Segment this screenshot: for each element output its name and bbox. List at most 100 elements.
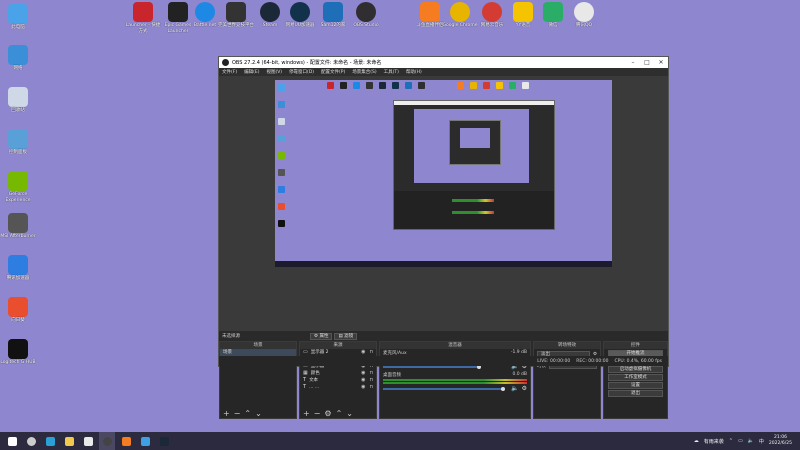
source-label: ... ...	[309, 385, 320, 390]
lock-icon[interactable]: ⊓	[369, 384, 373, 391]
desktop-icon[interactable]: 向日葵	[0, 297, 36, 324]
eye-icon[interactable]: ◉	[361, 370, 365, 377]
desktop-icon[interactable]: 此电脑	[0, 4, 36, 31]
close-button[interactable]: ✕	[654, 59, 668, 66]
desktop-icon-label: 网易UU加速器	[285, 23, 315, 28]
ime-icon[interactable]: 中	[759, 438, 764, 445]
menu-item[interactable]: 工具(T)	[384, 69, 399, 75]
taskbar-explorer-icon[interactable]	[61, 432, 77, 450]
text-icon: T	[303, 384, 307, 390]
desktop-icon[interactable]: Google Chrome	[442, 2, 478, 29]
source-item[interactable]: T 文本 ◉ ⊓	[300, 377, 376, 384]
remove-icon[interactable]: −	[234, 409, 241, 418]
app-icon	[323, 2, 343, 22]
transitions-title: 转场特效	[534, 342, 600, 349]
lock-icon[interactable]: ⊓	[369, 349, 373, 356]
status-bar: LIVE: 00:00:00 REC: 00:00:00 CPU: 0.4%, …	[219, 356, 668, 366]
speaker-icon[interactable]: 🔈	[511, 385, 518, 392]
exit-button[interactable]: 退出	[608, 390, 663, 397]
menu-item[interactable]: 视图(V)	[266, 69, 282, 75]
taskbar-douyu-icon[interactable]	[118, 432, 134, 450]
eye-icon[interactable]: ◉	[361, 349, 365, 356]
nested-titlebar	[394, 101, 554, 105]
desktop-icon[interactable]: Sam12的家	[315, 2, 351, 29]
source-item[interactable]: ▦ 颜色 ◉ ⊓	[300, 370, 376, 377]
menu-item[interactable]: 场景集合(S)	[352, 69, 376, 75]
taskbar-steam-icon[interactable]	[156, 432, 172, 450]
desktop-icon-label: 向日葵	[11, 318, 25, 323]
desktop-icon[interactable]: 完美世界竞技平台	[218, 2, 254, 29]
add-icon[interactable]: +	[223, 409, 230, 418]
weather-icon[interactable]: ☁	[694, 438, 699, 444]
desktop-icon[interactable]: 网易UU加速器	[282, 2, 318, 29]
obs-titlebar[interactable]: OBS 27.2.4 (64-bit, windows) - 配置文件: 未命名…	[219, 57, 668, 68]
menu-item[interactable]: 配置文件(P)	[321, 69, 345, 75]
desktop-icon[interactable]: 腾讯加速器	[0, 255, 36, 282]
scene-item[interactable]: 场景	[220, 349, 296, 356]
desktop-icon[interactable]: 回收站	[0, 87, 36, 114]
slider-track[interactable]	[383, 387, 503, 390]
source-item[interactable]: ▭ 显示器 2 ◉ ⊓	[300, 349, 376, 356]
chevron-down-icon[interactable]: ⌄	[346, 409, 353, 418]
source-item[interactable]: T... ... ◉ ⊓	[300, 384, 376, 391]
desktop-icon[interactable]: OBS Studio	[348, 2, 384, 29]
desktop-icon[interactable]: 控制面板	[0, 129, 36, 156]
desktop-icon-label: 腾讯QQ	[575, 23, 593, 28]
desktop-icon[interactable]: 腾讯QQ	[566, 2, 602, 29]
studio-mode-button[interactable]: 工作室模式	[608, 374, 663, 381]
eye-icon[interactable]: ◉	[361, 377, 365, 384]
preview-area[interactable]	[219, 76, 668, 331]
chevron-up-icon[interactable]: ⌃	[244, 409, 251, 418]
desktop-icon[interactable]: Launcher - 快捷方式	[125, 2, 161, 34]
clock[interactable]: 21:06 2022/6/25	[769, 435, 792, 447]
chevron-up-icon[interactable]: ⌃	[336, 409, 343, 418]
taskbar-uu-icon[interactable]	[137, 432, 153, 450]
lock-icon[interactable]: ⊓	[369, 377, 373, 384]
taskbar-obs-icon[interactable]	[99, 432, 115, 450]
weather-text[interactable]: 有雨来袭	[704, 438, 724, 445]
taskbar-edge-icon[interactable]	[42, 432, 58, 450]
maximize-button[interactable]: □	[640, 59, 654, 66]
volume-icon[interactable]: 🔈	[748, 438, 754, 444]
start-virtual-camera-button[interactable]: 启动虚拟摄像机	[608, 366, 663, 373]
network-icon[interactable]: ▭	[738, 438, 743, 444]
eye-icon[interactable]: ◉	[361, 384, 365, 391]
properties-button[interactable]: ⚙ 属性	[310, 332, 333, 340]
desktop-icon[interactable]: MSI Afterburner	[0, 213, 36, 240]
mixer-dock: 混音器 麦克风/Aux -1.9 dB 🔈 ⚙ 桌面音频 0.0 dB 🔈 ⚙	[379, 341, 531, 419]
menu-item[interactable]: 帮助(H)	[406, 69, 422, 75]
desktop-icon[interactable]: 网络	[0, 45, 36, 72]
app-icon	[8, 213, 28, 233]
desktop-icon[interactable]: Logitech G HUB	[0, 339, 36, 366]
preview-desktop-icon	[483, 82, 490, 89]
lock-icon[interactable]: ⊓	[369, 370, 373, 377]
preview-desktop-icon	[278, 118, 285, 125]
preview-desktop-icon	[278, 152, 285, 159]
preview-desktop-icon	[418, 82, 425, 89]
taskbar-start-icon[interactable]	[4, 432, 20, 450]
filters-button[interactable]: ▤ 滤镜	[334, 332, 358, 340]
volume-slider[interactable]: 🔈 ⚙	[383, 385, 527, 392]
app-icon	[356, 2, 376, 22]
chevron-down-icon[interactable]: ⌄	[255, 409, 262, 418]
add-icon[interactable]: +	[303, 409, 310, 418]
taskbar-store-icon[interactable]	[80, 432, 96, 450]
nested-docks	[394, 191, 554, 229]
desktop-icon-label: 回收站	[11, 108, 25, 113]
menu-item[interactable]: 停靠窗口(D)	[289, 69, 314, 75]
taskbar-search-icon[interactable]	[23, 432, 39, 450]
minimize-button[interactable]: –	[626, 59, 640, 66]
menu-item[interactable]: 编辑(E)	[244, 69, 259, 75]
slider-knob[interactable]	[501, 386, 505, 391]
gear-icon[interactable]: ⚙	[522, 385, 527, 392]
desktop-icon[interactable]: GeForce Experience	[0, 171, 36, 203]
obs-window[interactable]: OBS 27.2.4 (64-bit, windows) - 配置文件: 未命名…	[218, 56, 669, 419]
settings-button[interactable]: 设置	[608, 382, 663, 389]
chevron-up-icon[interactable]: ⌃	[729, 438, 733, 444]
preview-desktop-icon	[278, 220, 285, 227]
scenes-title: 场景	[220, 342, 296, 349]
mixer-track: 桌面音频 0.0 dB 🔈 ⚙	[380, 371, 530, 393]
menu-item[interactable]: 文件(F)	[222, 69, 237, 75]
remove-icon[interactable]: −	[314, 409, 321, 418]
gear-icon[interactable]: ⚙	[324, 409, 331, 418]
